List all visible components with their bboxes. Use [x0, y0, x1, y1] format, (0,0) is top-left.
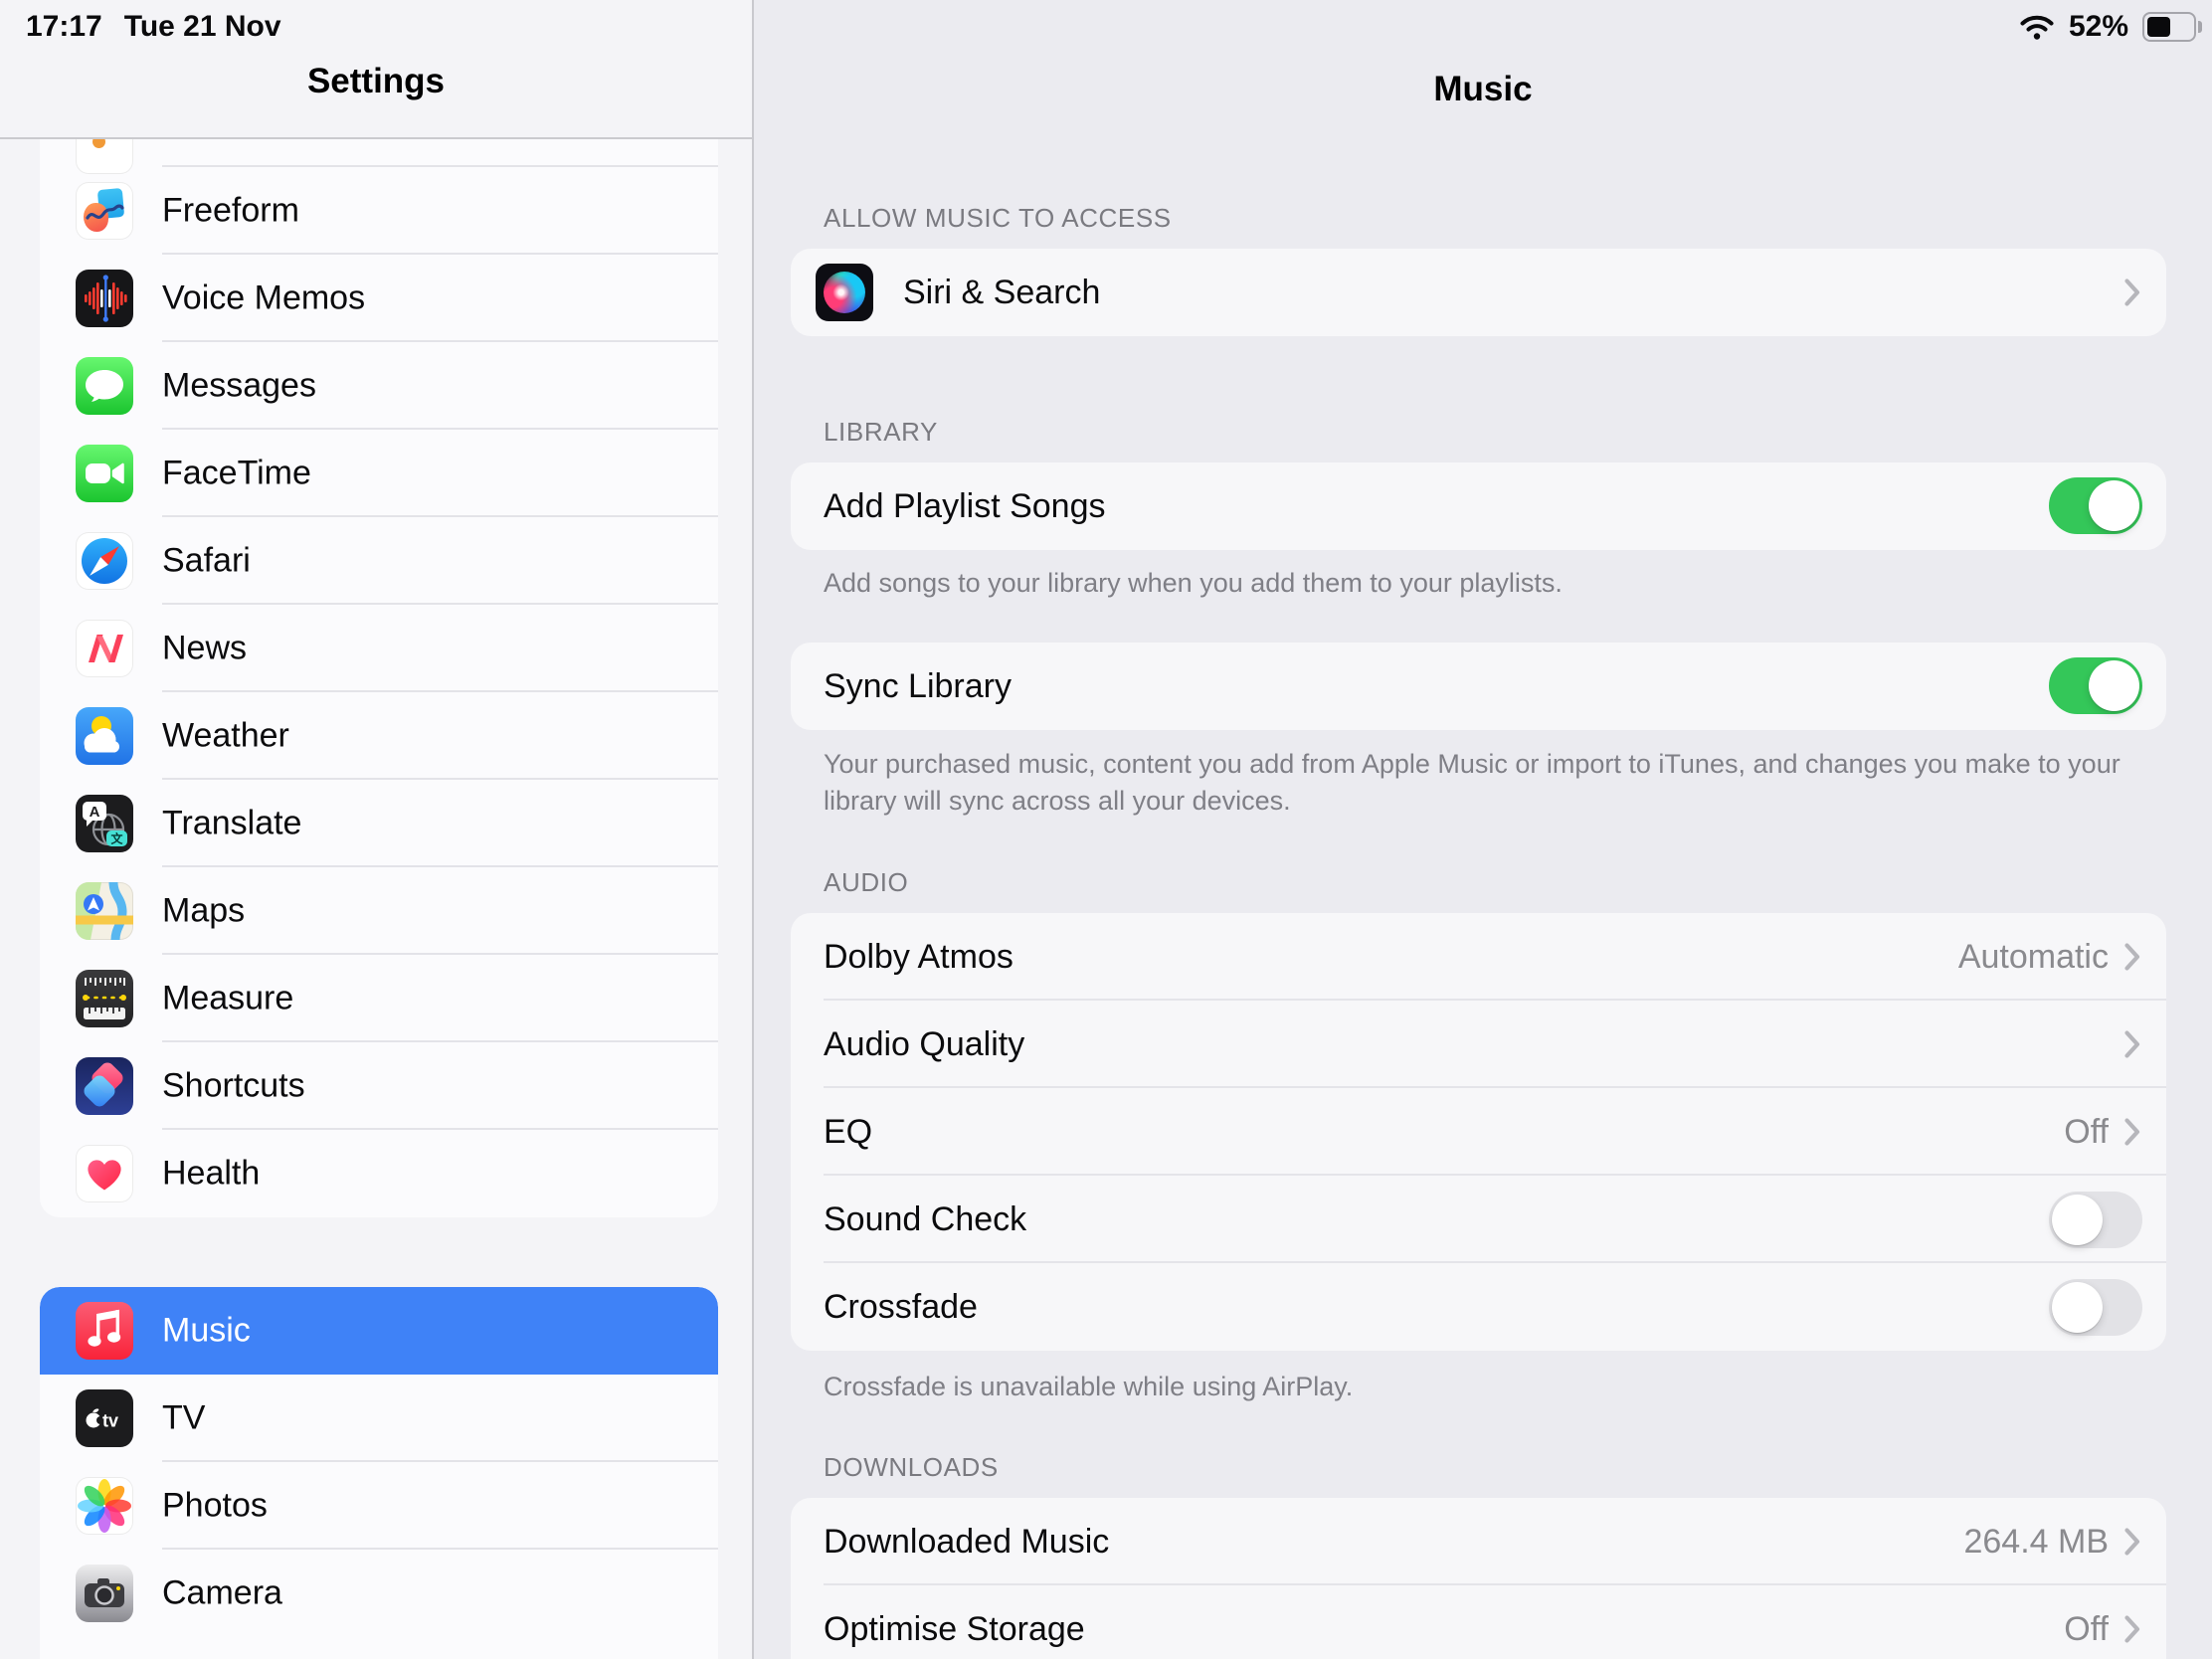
sidebar-partial-row [40, 139, 718, 167]
sidebar-header: Settings [0, 0, 752, 139]
news-app-icon [76, 620, 133, 677]
row-eq[interactable]: EQ Off [791, 1088, 2166, 1176]
wifi-icon [2019, 14, 2055, 41]
voice-memos-app-icon [76, 270, 133, 327]
messages-app-icon [76, 357, 133, 415]
sidebar-item-translate[interactable]: A 文 Translate [40, 780, 718, 867]
section-header-audio: AUDIO [824, 867, 909, 897]
sync-library-footnote: Your purchased music, content you add fr… [824, 749, 2120, 816]
sidebar-item-tv[interactable]: tv TV [40, 1375, 718, 1462]
row-sync-library: Sync Library [791, 643, 2166, 730]
measure-app-icon [76, 970, 133, 1027]
chevron-right-icon [2124, 1118, 2140, 1146]
chevron-right-icon [2124, 1615, 2140, 1643]
section-header-downloads: DOWNLOADS [824, 1452, 999, 1482]
svg-text:A: A [90, 804, 100, 821]
sidebar-partial-row-bottom [40, 1637, 718, 1659]
optimise-storage-value: Off [2064, 1609, 2109, 1648]
add-playlist-songs-toggle[interactable] [2049, 477, 2142, 534]
sidebar-item-weather[interactable]: Weather [40, 692, 718, 780]
sidebar-title: Settings [306, 62, 446, 100]
facetime-app-icon [76, 445, 133, 502]
crossfade-footnote: Crossfade is unavailable while using Air… [824, 1372, 1354, 1401]
row-downloaded-music[interactable]: Downloaded Music 264.4 MB [791, 1498, 2166, 1585]
sidebar-item-measure[interactable]: Measure [40, 955, 718, 1042]
sidebar-item-messages[interactable]: Messages [40, 342, 718, 430]
sidebar-item-facetime[interactable]: FaceTime [40, 430, 718, 517]
sidebar-item-maps[interactable]: Maps [40, 867, 718, 955]
eq-value: Off [2064, 1112, 2109, 1151]
card-sync-library: Sync Library [791, 643, 2166, 730]
sidebar-item-health[interactable]: Health [40, 1130, 718, 1217]
sidebar-item-news[interactable]: News [40, 605, 718, 692]
photos-app-icon [76, 1477, 133, 1535]
weather-app-icon [76, 707, 133, 765]
row-crossfade: Crossfade [791, 1263, 2166, 1351]
sidebar-item-freeform[interactable]: Freeform [40, 167, 718, 255]
chevron-right-icon [2124, 278, 2140, 306]
siri-app-icon [816, 264, 873, 321]
status-bar-right: 52% [2019, 10, 2202, 44]
section-header-library: LIBRARY [824, 417, 938, 447]
svg-text:tv: tv [102, 1411, 118, 1431]
card-audio: Dolby Atmos Automatic Audio Quality EQ O… [791, 913, 2166, 1351]
card-downloads: Downloaded Music 264.4 MB Optimise Stora… [791, 1498, 2166, 1659]
row-dolby-atmos[interactable]: Dolby Atmos Automatic [791, 913, 2166, 1001]
downloaded-music-value: 264.4 MB [1963, 1522, 2109, 1561]
page-title: Music [1433, 70, 1533, 108]
sync-library-toggle[interactable] [2049, 657, 2142, 714]
sidebar-app-group-2: Music tv TV Photos Camera [40, 1287, 718, 1659]
row-audio-quality[interactable]: Audio Quality [791, 1001, 2166, 1088]
sidebar-item-safari[interactable]: Safari [40, 517, 718, 605]
sidebar-item-music[interactable]: Music [40, 1287, 718, 1375]
music-settings-pane: 52% Music ALLOW MUSIC TO ACCESS Siri & S… [754, 0, 2212, 1659]
dolby-atmos-value: Automatic [1957, 937, 2109, 976]
music-app-icon [76, 1302, 133, 1360]
svg-text:文: 文 [110, 831, 123, 846]
add-playlist-songs-footnote: Add songs to your library when you add t… [824, 568, 1563, 598]
battery-percent: 52% [2068, 10, 2128, 43]
chevron-right-icon [2124, 1528, 2140, 1556]
sidebar-item-camera[interactable]: Camera [40, 1550, 718, 1637]
crossfade-toggle[interactable] [2049, 1278, 2142, 1336]
sidebar-app-group-1: Freeform Voice Memos Messages FaceTime S… [40, 139, 718, 1217]
card-allow-access: Siri & Search [791, 249, 2166, 336]
card-add-playlist-songs: Add Playlist Songs [791, 462, 2166, 550]
maps-app-icon [76, 882, 133, 940]
translate-app-icon: A 文 [76, 795, 133, 852]
camera-app-icon [76, 1565, 133, 1622]
safari-app-icon [76, 532, 133, 590]
chevron-right-icon [2124, 943, 2140, 971]
battery-icon [2142, 12, 2202, 42]
row-siri-and-search[interactable]: Siri & Search [791, 249, 2166, 336]
sidebar-item-shortcuts[interactable]: Shortcuts [40, 1042, 718, 1130]
health-app-icon [76, 1145, 133, 1202]
row-add-playlist-songs: Add Playlist Songs [791, 462, 2166, 550]
sidebar-item-voice-memos[interactable]: Voice Memos [40, 255, 718, 342]
settings-sidebar: 17:17 Tue 21 Nov Settings Freeform Voice… [0, 0, 754, 1659]
chevron-right-icon [2124, 1030, 2140, 1058]
sound-check-toggle[interactable] [2049, 1191, 2142, 1248]
shortcuts-app-icon [76, 1057, 133, 1115]
ipad-settings-screen: 17:17 Tue 21 Nov Settings Freeform Voice… [0, 0, 2212, 1659]
freeform-app-icon [76, 182, 133, 240]
row-sound-check: Sound Check [791, 1176, 2166, 1263]
sidebar-item-photos[interactable]: Photos [40, 1462, 718, 1550]
tv-app-icon: tv [76, 1389, 133, 1447]
row-optimise-storage[interactable]: Optimise Storage Off [791, 1585, 2166, 1659]
section-header-allow-access: ALLOW MUSIC TO ACCESS [824, 203, 1172, 233]
